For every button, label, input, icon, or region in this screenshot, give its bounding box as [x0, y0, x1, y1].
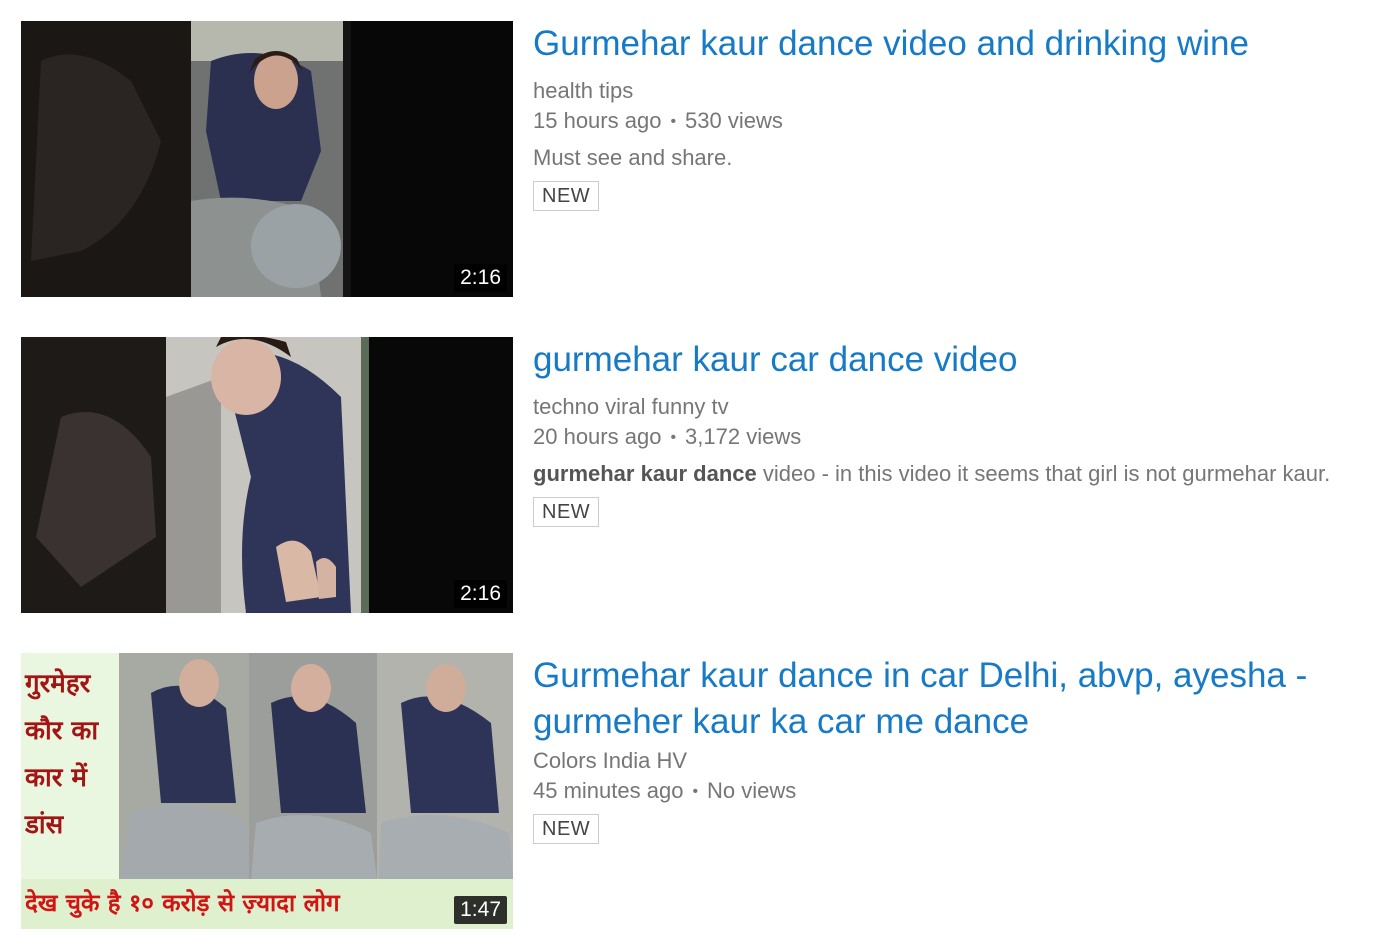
- new-badge: NEW: [533, 814, 600, 844]
- upload-age: 15 hours ago: [533, 108, 662, 133]
- video-title-link[interactable]: Gurmehar kaur dance video and drinking w…: [533, 21, 1353, 67]
- video-info: Gurmehar kaur dance video and drinking w…: [533, 21, 1353, 211]
- new-badge: NEW: [533, 497, 600, 527]
- thumbnail-image: [21, 21, 513, 297]
- meta-separator: •: [670, 113, 677, 130]
- view-count: 3,172 views: [685, 424, 802, 449]
- meta-separator: •: [670, 429, 677, 446]
- video-description: gurmehar kaur dance video - in this vide…: [533, 458, 1353, 489]
- new-badge: NEW: [533, 181, 600, 211]
- video-result: गुरमेहर कौर का कार में डांस देख चुके है …: [21, 653, 1361, 929]
- thumbnail-text-line: कार में: [25, 763, 87, 793]
- video-result: 2:16 gurmehar kaur car dance video techn…: [21, 337, 1361, 613]
- video-description: Must see and share.: [533, 145, 733, 170]
- search-results-list: 2:16 Gurmehar kaur dance video and drink…: [0, 0, 1374, 949]
- video-duration: 2:16: [454, 264, 507, 292]
- video-info: Gurmehar kaur dance in car Delhi, abvp, …: [533, 653, 1353, 844]
- view-count: No views: [707, 778, 797, 803]
- channel-name-link[interactable]: Colors India HV: [533, 747, 687, 775]
- thumbnail-overlay-text: गुरमेहर कौर का कार में डांस: [25, 661, 117, 849]
- channel-name-link[interactable]: techno viral funny tv: [533, 393, 729, 421]
- thumbnail-text-line: डांस: [25, 810, 64, 840]
- video-duration: 1:47: [454, 896, 507, 924]
- video-result: 2:16 Gurmehar kaur dance video and drink…: [21, 21, 1361, 297]
- video-metadata: 20 hours ago • 3,172 views: [533, 423, 1353, 452]
- meta-separator: •: [692, 783, 699, 800]
- video-thumbnail[interactable]: गुरमेहर कौर का कार में डांस देख चुके है …: [21, 653, 513, 929]
- video-title-link[interactable]: gurmehar kaur car dance video: [533, 337, 1353, 383]
- view-count: 530 views: [685, 108, 783, 133]
- video-thumbnail[interactable]: 2:16: [21, 21, 513, 297]
- description-text: video - in this video it seems that girl…: [756, 461, 1331, 486]
- thumbnail-caption: देख चुके है १० करोड़ से ज़्यादा लोग: [25, 889, 340, 917]
- video-duration: 2:16: [454, 580, 507, 608]
- thumbnail-image: [21, 337, 513, 613]
- upload-age: 20 hours ago: [533, 424, 662, 449]
- video-metadata: 45 minutes ago • No views: [533, 777, 1353, 806]
- video-metadata: 15 hours ago • 530 views: [533, 107, 1353, 136]
- video-info: gurmehar kaur car dance video techno vir…: [533, 337, 1353, 527]
- thumbnail-text-line: कौर का: [25, 716, 99, 746]
- description-highlight: gurmehar kaur dance: [533, 461, 757, 486]
- upload-age: 45 minutes ago: [533, 778, 684, 803]
- thumbnail-text-line: गुरमेहर: [25, 669, 91, 699]
- video-thumbnail[interactable]: 2:16: [21, 337, 513, 613]
- channel-name-link[interactable]: health tips: [533, 77, 633, 105]
- video-title-link[interactable]: Gurmehar kaur dance in car Delhi, abvp, …: [533, 653, 1353, 745]
